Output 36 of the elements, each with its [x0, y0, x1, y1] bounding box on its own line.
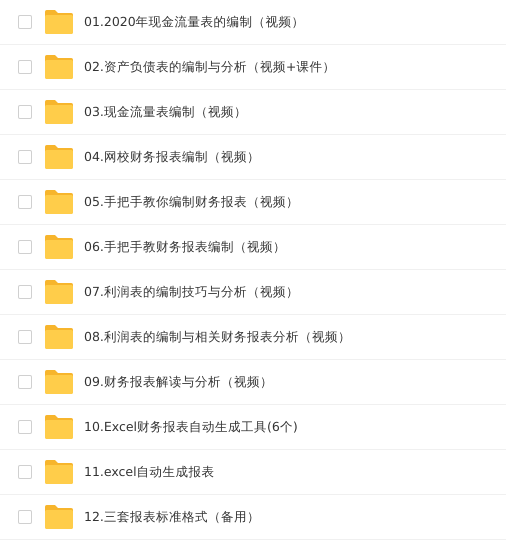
checkbox[interactable] [18, 105, 32, 119]
checkbox[interactable] [18, 510, 32, 524]
folder-name[interactable]: 01.2020年现金流量表的编制（视频） [84, 12, 305, 32]
checkbox[interactable] [18, 330, 32, 344]
folder-name[interactable]: 06.手把手教财务报表编制（视频） [84, 238, 286, 256]
folder-icon [45, 325, 73, 349]
folder-name[interactable]: 07.利润表的编制技巧与分析（视频） [84, 282, 299, 302]
folder-name[interactable]: 05.手把手教你编制财务报表（视频） [84, 192, 299, 212]
folder-name[interactable]: 04.网校财务报表编制（视频） [84, 148, 260, 166]
checkbox[interactable] [18, 60, 32, 74]
folder-icon [45, 145, 73, 169]
folder-icon [45, 415, 73, 439]
folder-icon [45, 460, 73, 484]
checkbox[interactable] [18, 15, 32, 29]
folder-icon [45, 505, 73, 529]
folder-icon [45, 10, 73, 34]
folder-name[interactable]: 03.现金流量表编制（视频） [84, 102, 247, 122]
checkbox[interactable] [18, 420, 32, 434]
folder-name[interactable]: 10.Excel财务报表自动生成工具(6个) [84, 418, 298, 436]
folder-name[interactable]: 11.excel自动生成报表 [84, 462, 215, 482]
folder-name[interactable]: 09.财务报表解读与分析（视频） [84, 372, 273, 392]
folder-name[interactable]: 02.资产负债表的编制与分析（视频+课件） [84, 58, 336, 76]
folder-name[interactable]: 08.利润表的编制与相关财务报表分析（视频） [84, 328, 351, 346]
checkbox[interactable] [18, 465, 32, 479]
folder-name[interactable]: 12.三套报表标准格式（备用） [84, 508, 260, 526]
folder-icon [45, 55, 73, 79]
checkbox[interactable] [18, 240, 32, 254]
folder-icon [45, 100, 73, 124]
checkbox[interactable] [18, 375, 32, 389]
folder-icon [45, 370, 73, 394]
checkbox[interactable] [18, 285, 32, 299]
folder-icon [45, 235, 73, 259]
folder-icon [45, 190, 73, 214]
checkbox[interactable] [18, 150, 32, 164]
checkbox[interactable] [18, 195, 32, 209]
folder-icon [45, 280, 73, 304]
